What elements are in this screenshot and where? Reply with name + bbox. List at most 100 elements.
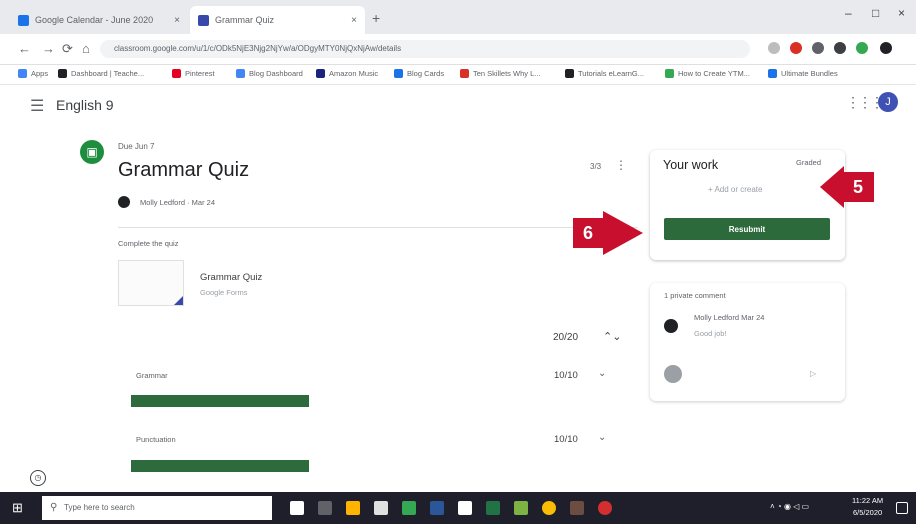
extension-icon[interactable]: [812, 42, 824, 54]
commenter-avatar: [664, 319, 678, 333]
bookmark-icon: [460, 69, 469, 78]
status-badge: Graded: [796, 158, 822, 167]
bookmark[interactable]: Tutorials eLearnG...: [565, 69, 644, 78]
taskbar-search[interactable]: ⚲ Type here to search: [42, 496, 272, 520]
address-bar-row: ← → ⟳ ⌂ classroom.google.com/u/1/c/ODk5N…: [0, 34, 916, 65]
new-tab-button[interactable]: +: [372, 10, 380, 26]
commenter-name: Molly Ledford Mar 24: [694, 313, 765, 322]
home-icon[interactable]: ⌂: [82, 41, 90, 56]
clock-icon[interactable]: ◷: [30, 470, 46, 486]
app-icon[interactable]: [514, 501, 528, 515]
author-name: Molly Ledford · Mar 24: [140, 197, 216, 207]
assignment-description: Complete the quiz: [118, 239, 179, 248]
callout-step-5: 5: [842, 172, 874, 202]
excel-icon[interactable]: [486, 501, 500, 515]
progress-fill: [131, 395, 309, 407]
close-window-button[interactable]: ×: [898, 6, 905, 20]
your-work-title: Your work: [663, 158, 719, 172]
category-score: 10/10: [554, 434, 578, 445]
bookmark[interactable]: Pinterest: [172, 69, 215, 78]
bookmarks-bar: Apps Dashboard | Teache... Pinterest Blo…: [0, 64, 916, 85]
search-icon: ⚲: [50, 502, 58, 513]
file-explorer-icon[interactable]: [346, 501, 360, 515]
browser-tab-strip: Google Calendar - June 2020 × Grammar Qu…: [0, 0, 916, 34]
close-tab-icon[interactable]: ×: [174, 15, 180, 26]
more-options-icon[interactable]: ⋮: [615, 158, 627, 172]
tab-label: Grammar Quiz: [215, 15, 275, 25]
forms-corner-icon: [174, 296, 183, 305]
attachment-title[interactable]: Grammar Quiz: [200, 272, 262, 283]
category-label: Punctuation: [136, 435, 176, 444]
taskbar-clock[interactable]: 11:22 AM 6/5/2020: [852, 495, 883, 519]
arrow-left-icon: [820, 166, 844, 208]
tab-grammar-quiz[interactable]: Grammar Quiz ×: [190, 6, 365, 34]
store-icon[interactable]: [374, 501, 388, 515]
category-score: 10/10: [554, 370, 578, 381]
author-row: Molly Ledford · Mar 24: [118, 196, 215, 208]
minimize-button[interactable]: –: [845, 6, 852, 20]
menu-icon[interactable]: ☰: [30, 96, 44, 116]
task-view-icon[interactable]: [290, 501, 304, 515]
tab-calendar[interactable]: Google Calendar - June 2020 ×: [10, 6, 188, 34]
forward-icon[interactable]: →: [42, 41, 55, 56]
expand-collapse-icon[interactable]: ⌃⌄: [603, 330, 621, 343]
profile-icon[interactable]: [880, 42, 892, 54]
chevron-down-icon[interactable]: ⌄: [598, 368, 606, 379]
page-title: Grammar Quiz: [118, 159, 250, 181]
resubmit-button[interactable]: Resubmit: [664, 218, 830, 240]
apps-grid-icon[interactable]: ⋮⋮⋮: [846, 94, 884, 111]
chrome-icon[interactable]: [542, 501, 556, 515]
word-icon[interactable]: [430, 501, 444, 515]
star-icon[interactable]: [768, 42, 780, 54]
extension-icon[interactable]: [790, 42, 802, 54]
app-icon[interactable]: [458, 501, 472, 515]
back-icon[interactable]: ←: [18, 41, 31, 56]
extension-icon[interactable]: [834, 42, 846, 54]
due-date: Due Jun 7: [118, 142, 155, 151]
bookmark[interactable]: Dashboard | Teache...: [58, 69, 144, 78]
author-avatar: [118, 196, 130, 208]
user-avatar: [664, 365, 682, 383]
bookmark-icon: [565, 69, 574, 78]
bookmark-apps[interactable]: Apps: [18, 69, 48, 78]
attachment-type: Google Forms: [200, 288, 248, 297]
category-progress-bar: [131, 395, 309, 407]
app-icon[interactable]: [318, 501, 332, 515]
system-tray-icons[interactable]: ˄ ◔ ◉ ◁ ▭: [770, 502, 809, 511]
bookmark-icon: [394, 69, 403, 78]
clock-time: 11:22 AM: [852, 496, 884, 505]
bookmark[interactable]: Amazon Music: [316, 69, 378, 78]
windows-start-icon[interactable]: ⊞: [12, 500, 23, 516]
bookmark[interactable]: Blog Dashboard: [236, 69, 303, 78]
bookmark[interactable]: How to Create YTM...: [665, 69, 750, 78]
pinterest-icon: [172, 69, 181, 78]
apps-icon: [18, 69, 27, 78]
course-title[interactable]: English 9: [56, 97, 114, 113]
maximize-button[interactable]: □: [872, 6, 879, 20]
avatar[interactable]: J: [878, 92, 898, 112]
add-or-create-button[interactable]: + Add or create: [708, 185, 762, 194]
music-icon: [316, 69, 325, 78]
callout-step-6: 6: [573, 218, 603, 248]
bookmark[interactable]: Blog Cards: [394, 69, 444, 78]
taskbar: ⊞ ⚲ Type here to search ˄ ◔ ◉ ◁ ▭ 11:22 …: [0, 492, 916, 524]
send-icon[interactable]: ▷: [810, 369, 816, 378]
app-icon[interactable]: [598, 501, 612, 515]
classroom-icon: [198, 14, 209, 26]
url-bar[interactable]: classroom.google.com/u/1/c/ODk5NjE3Njg2N…: [100, 40, 750, 58]
extension-icon[interactable]: [856, 42, 868, 54]
app-icon[interactable]: [570, 501, 584, 515]
reload-icon[interactable]: ⟳: [62, 41, 73, 57]
notifications-icon[interactable]: [896, 502, 908, 514]
app-icon[interactable]: [402, 501, 416, 515]
attachment-thumbnail[interactable]: [118, 260, 184, 306]
bookmark[interactable]: Ultimate Bundles: [768, 69, 838, 78]
comment-count[interactable]: 1 private comment: [664, 291, 726, 300]
clock-date: 6/5/2020: [852, 508, 883, 517]
assignment-icon: ▣: [80, 140, 104, 164]
close-tab-icon[interactable]: ×: [351, 15, 357, 26]
arrow-right-icon: [603, 211, 643, 255]
chevron-down-icon[interactable]: ⌄: [598, 432, 606, 443]
bookmark[interactable]: Ten Skillets Why L...: [460, 69, 541, 78]
comment-text: Good job!: [694, 329, 727, 338]
